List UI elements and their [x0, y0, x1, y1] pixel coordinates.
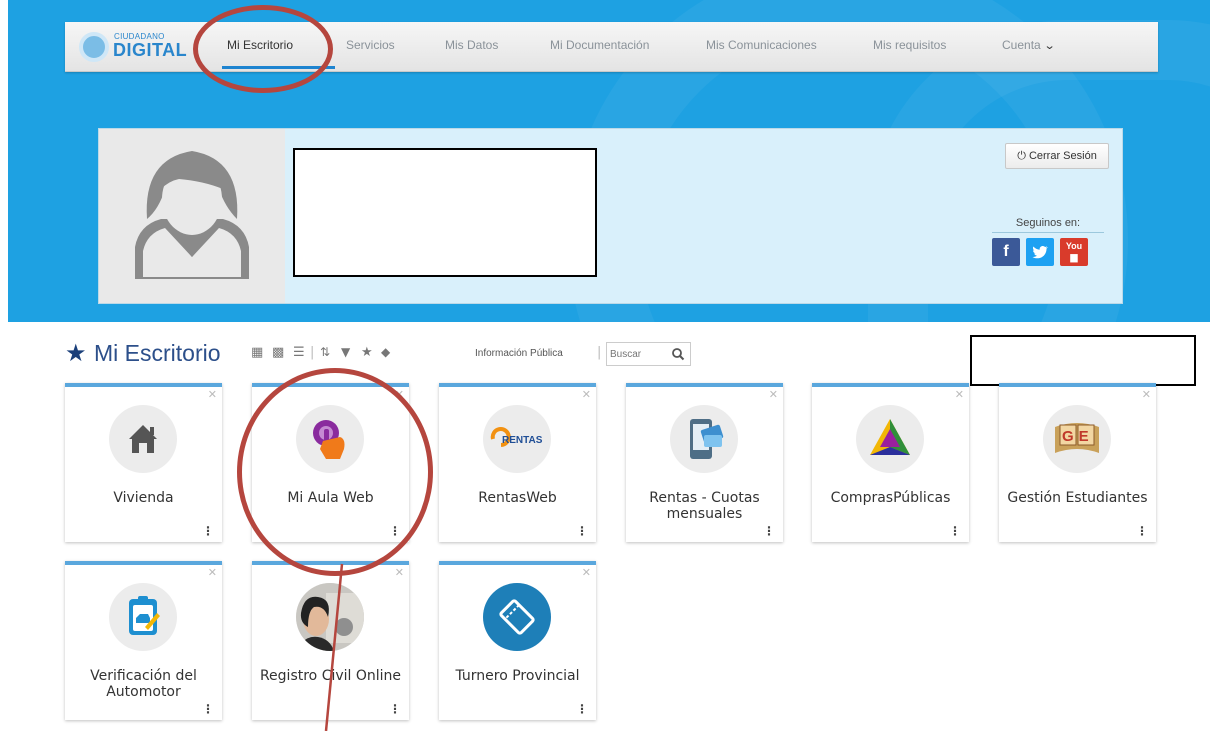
logout-button[interactable]: ⏻ Cerrar Sesión	[1005, 143, 1109, 169]
nav-item-mis-requisitos[interactable]: Mis requisitos	[873, 38, 946, 52]
close-icon[interactable]: ✕	[582, 566, 591, 579]
rentas-logo-icon: RENTAS	[483, 405, 551, 473]
nav-item-cuenta[interactable]: Cuenta ⌄	[1002, 38, 1056, 52]
search-icon[interactable]	[670, 346, 686, 362]
tile-turnero-provincial[interactable]: ✕ Turnero Provincial ⋮	[439, 561, 596, 720]
logo-big-text: DIGITAL	[113, 40, 188, 60]
annotation-ring-tile	[237, 368, 433, 576]
avatar	[99, 129, 285, 303]
follow-label: Seguinos en:	[992, 217, 1104, 233]
tile-rentasweb[interactable]: ✕ RENTAS RentasWeb ⋮	[439, 383, 596, 542]
tile-label: Vivienda	[113, 490, 174, 506]
separator-icon: |	[310, 345, 315, 360]
power-icon: ⏻	[1017, 150, 1026, 162]
tile-vivienda[interactable]: ✕ Vivienda ⋮	[65, 383, 222, 542]
more-vertical-icon[interactable]: ⋮	[202, 524, 214, 538]
annotation-arrow-line	[324, 563, 344, 731]
search-box	[606, 342, 691, 366]
redacted-name-box	[293, 148, 597, 277]
facebook-icon[interactable]: f	[992, 238, 1020, 266]
rentas-logo-text: RENTAS	[502, 435, 543, 446]
phone-card-icon	[670, 405, 738, 473]
close-icon[interactable]: ✕	[955, 388, 964, 401]
list-view-icon[interactable]: ☰	[293, 345, 305, 360]
more-vertical-icon[interactable]: ⋮	[576, 702, 588, 716]
clipboard-car-icon	[109, 583, 177, 651]
cuenta-label: Cuenta	[1002, 38, 1041, 52]
tile-label: RentasWeb	[478, 490, 557, 506]
more-vertical-icon[interactable]: ⋮	[763, 524, 775, 538]
annotation-ring-nav	[193, 5, 333, 93]
ge-logo-text: GE	[1062, 428, 1094, 445]
nav-item-mis-datos[interactable]: Mis Datos	[445, 38, 498, 52]
close-icon[interactable]: ✕	[582, 388, 591, 401]
more-vertical-icon[interactable]: ⋮	[202, 702, 214, 716]
ticket-icon	[483, 583, 551, 651]
tag-icon[interactable]: ◆	[381, 345, 390, 359]
ge-book-icon: GE	[1043, 405, 1111, 473]
page: CIUDADANO DIGITAL Mi Escritorio Servicio…	[0, 0, 1210, 731]
informacion-publica-link[interactable]: Información Pública	[475, 348, 563, 359]
house-icon	[109, 405, 177, 473]
close-icon[interactable]: ✕	[208, 566, 217, 579]
chevron-down-icon: ⌄	[1043, 40, 1056, 52]
user-silhouette-icon	[135, 151, 249, 279]
triangle-logo-icon	[856, 405, 924, 473]
more-vertical-icon[interactable]: ⋮	[576, 524, 588, 538]
more-vertical-icon[interactable]: ⋮	[389, 702, 401, 716]
page-title: Mi Escritorio	[94, 340, 221, 366]
ciudadano-digital-logo[interactable]: CIUDADANO DIGITAL	[79, 30, 189, 62]
twitter-icon[interactable]	[1026, 238, 1054, 266]
tile-label: Gestión Estudiantes	[1007, 490, 1148, 506]
close-icon[interactable]: ✕	[769, 388, 778, 401]
tile-label: ComprasPúblicas	[830, 490, 951, 506]
favorites-star-icon[interactable]: ★	[361, 345, 373, 360]
more-vertical-icon[interactable]: ⋮	[1136, 524, 1148, 538]
nav-item-mi-documentacion[interactable]: Mi Documentación	[550, 38, 649, 52]
separator-icon: |	[597, 345, 602, 360]
filter-icon[interactable]: ▼	[341, 345, 350, 359]
logo-circle-icon	[79, 32, 109, 62]
tile-verificacion-automotor[interactable]: ✕ Verificación del Automotor ⋮	[65, 561, 222, 720]
close-icon[interactable]: ✕	[208, 388, 217, 401]
youtube-icon[interactable]: You ▆	[1060, 238, 1088, 266]
search-input[interactable]	[610, 346, 662, 362]
logout-label: Cerrar Sesión	[1028, 150, 1097, 162]
more-vertical-icon[interactable]: ⋮	[949, 524, 961, 538]
grid-large-icon[interactable]: ▦	[251, 345, 263, 360]
tile-compras-publicas[interactable]: ✕ ComprasPúblicas ⋮	[812, 383, 969, 542]
nav-item-servicios[interactable]: Servicios	[346, 38, 395, 52]
tile-label: Verificación del Automotor	[90, 668, 197, 700]
close-icon[interactable]: ✕	[395, 566, 404, 579]
sort-alpha-icon[interactable]: ⇅	[320, 345, 330, 359]
nav-item-mis-comunicaciones[interactable]: Mis Comunicaciones	[706, 38, 817, 52]
tile-gestion-estudiantes[interactable]: ✕ GE Gestión Estudiantes ⋮	[999, 383, 1156, 542]
redacted-box	[970, 335, 1196, 386]
tile-label: Turnero Provincial	[455, 668, 580, 684]
profile-card: ⏻ Cerrar Sesión Seguinos en: f You ▆	[98, 128, 1123, 304]
star-icon: ★	[65, 339, 87, 367]
tile-label: Rentas - Cuotas mensuales	[649, 490, 760, 522]
grid-medium-icon[interactable]: ▩	[272, 345, 284, 360]
tile-rentas-cuotas[interactable]: ✕ Rentas - Cuotas mensuales ⋮	[626, 383, 783, 542]
close-icon[interactable]: ✕	[1142, 388, 1151, 401]
